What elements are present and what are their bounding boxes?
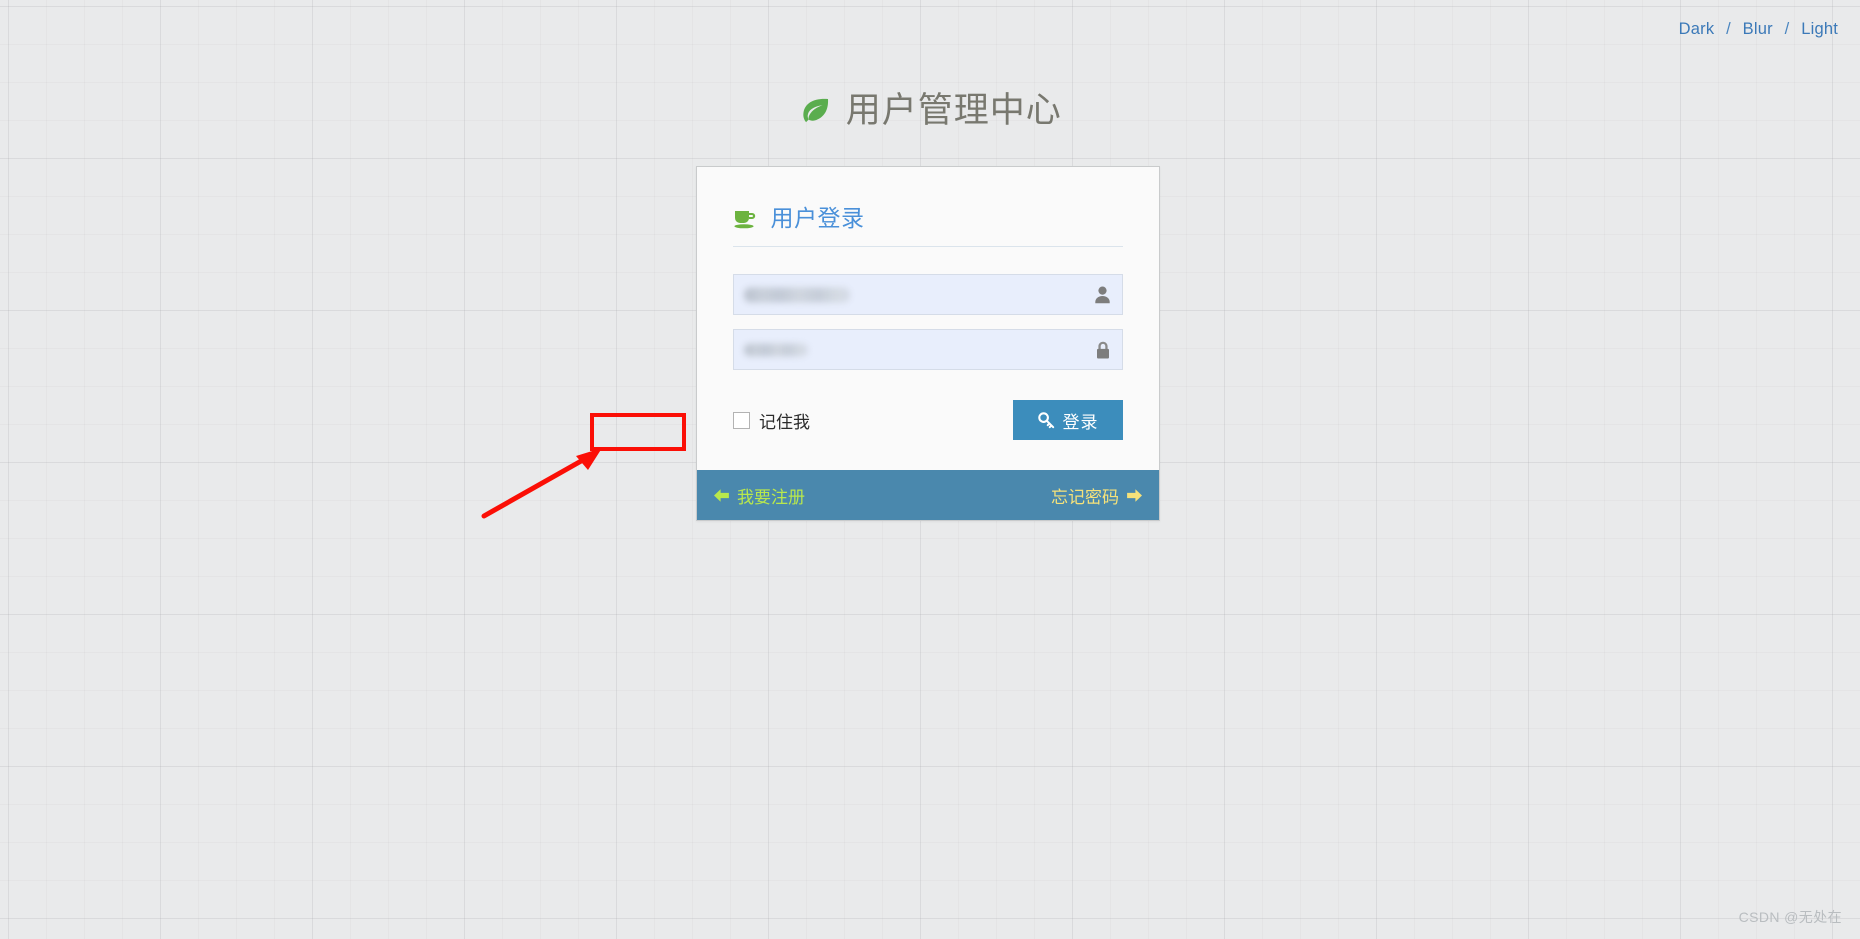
- theme-link-dark[interactable]: Dark: [1679, 20, 1715, 38]
- coffee-cup-icon: [733, 208, 757, 235]
- forgot-password-link[interactable]: 忘记密码: [1051, 483, 1143, 508]
- remember-me-checkbox[interactable]: [733, 411, 750, 429]
- login-panel-header: 用户登录: [733, 199, 1123, 247]
- login-panel-title: 用户登录: [770, 205, 865, 231]
- password-field[interactable]: [733, 329, 1123, 370]
- key-icon: [1037, 411, 1055, 429]
- login-submit-label: 登录: [1062, 412, 1099, 432]
- page-header: 用户管理中心: [0, 82, 1860, 133]
- annotation-pointer-arrow: [481, 448, 602, 519]
- login-actions-row: 记住我 登录: [733, 400, 1123, 440]
- register-link[interactable]: 我要注册: [713, 483, 805, 508]
- lock-icon: [1095, 340, 1111, 359]
- login-panel: 用户登录 记住我 登录 我要注册 忘记密码: [696, 166, 1160, 521]
- theme-link-light[interactable]: Light: [1801, 20, 1838, 38]
- page-title: 用户管理中心: [845, 91, 1062, 130]
- watermark: CSDN @无处在: [1738, 909, 1842, 925]
- theme-link-blur[interactable]: Blur: [1743, 20, 1773, 38]
- theme-separator-1: /: [1726, 20, 1731, 38]
- theme-separator-2: /: [1784, 20, 1790, 38]
- leaf-icon: [798, 94, 832, 133]
- remember-me-label[interactable]: 记住我: [759, 408, 810, 433]
- login-panel-footer: 我要注册 忘记密码: [697, 470, 1159, 520]
- username-field[interactable]: [733, 274, 1123, 315]
- register-link-label: 我要注册: [737, 487, 805, 507]
- arrow-right-icon: [1126, 488, 1143, 503]
- theme-switcher: Dark / Blur / Light: [1679, 20, 1838, 39]
- username-input[interactable]: [734, 275, 1122, 314]
- user-icon: [1094, 286, 1111, 304]
- forgot-password-label: 忘记密码: [1051, 487, 1119, 507]
- annotation-highlight-rectangle: [590, 413, 686, 451]
- arrow-left-icon: [713, 488, 730, 503]
- login-submit-button[interactable]: 登录: [1013, 400, 1123, 440]
- login-panel-body: 用户登录 记住我 登录: [697, 167, 1159, 470]
- password-input[interactable]: [734, 330, 1122, 369]
- remember-me-group[interactable]: 记住我: [733, 408, 810, 433]
